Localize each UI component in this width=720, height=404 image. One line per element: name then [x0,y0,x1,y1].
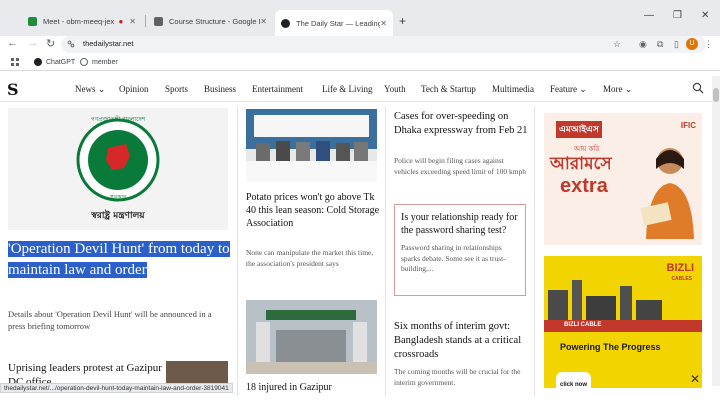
emblem-text-top: গণপ্রজাতন্ত্রী বাংলাদেশ [90,116,146,123]
profile-avatar[interactable]: U [686,38,698,50]
site-header: S News ⌄ Opinion Sports Business Enterta… [0,76,712,102]
tab-drive[interactable]: Course Structure - Google Driv ✕ [148,11,273,31]
chatgpt-icon [34,58,42,66]
gazipur-headline[interactable]: 18 injured in Gazipur [246,381,381,394]
screenshot-icon[interactable]: ◉ [639,39,647,50]
bizli-cta-label: click now [560,382,588,388]
tab-meet[interactable]: Meet - obm-meeq-jex ● ✕ [22,11,142,31]
speeding-headline[interactable]: Cases for over-speeding on Dhaka express… [394,110,530,138]
speeding-summary: Police will begin filing cases against v… [394,156,527,176]
ministry-name: স্বরাষ্ট্র মন্ত্রণালয় [91,211,145,221]
scrollbar-track[interactable] [712,76,720,386]
column-divider [237,106,238,396]
nav-multimedia[interactable]: Multimedia [492,84,534,94]
cable-banner: BIZLI CABLE [544,320,702,332]
quiz-summary: Password sharing in relationships sparks… [401,243,506,273]
tab-dailystar[interactable]: The Daily Star — Leading English ✕ [275,10,393,36]
bookmark-member-label: member [92,58,118,66]
tab-strip: Meet - obm-meeq-jex ● ✕ Course Structure… [0,0,720,36]
tab-dailystar-title: The Daily Star — Leading English [296,18,381,28]
bizli-cta-button[interactable]: click now [556,372,592,388]
browser-window: Meet - obm-meeq-jex ● ✕ Course Structure… [0,0,720,404]
reload-icon[interactable]: ↻ [46,37,55,50]
nav-youth[interactable]: Youth [384,84,406,94]
hospital-gate-photo [246,300,377,374]
press-conference-photo [246,109,377,182]
nav-entertainment[interactable]: Entertainment [252,84,303,94]
nav-more[interactable]: More ⌄ [603,84,632,95]
window-close-icon[interactable]: ✕ [701,10,709,21]
close-icon[interactable]: ✕ [380,19,387,28]
woman-illustration [640,148,694,239]
column-divider [534,106,535,396]
interim-summary: The coming months will be crucial for th… [394,367,521,387]
nav-tech-startup[interactable]: Tech & Startup [421,84,476,94]
dailystar-icon [281,18,290,28]
column-divider [385,106,386,396]
potato-story-image[interactable] [246,109,377,182]
close-icon[interactable]: ✕ [129,17,136,26]
nav-business[interactable]: Business [204,84,236,94]
chevron-down-icon: ⌄ [579,84,587,94]
site-info-icon[interactable] [67,40,75,48]
sub-story-image[interactable] [166,361,228,385]
scrollbar-thumb[interactable] [713,88,719,102]
potato-headline[interactable]: Potato prices won't go above Tk 40 this … [246,191,381,230]
globe-icon [80,58,88,66]
back-icon[interactable]: ← [7,37,18,49]
ific-extra-text: extra [560,175,608,197]
bizli-cables-ad[interactable]: BIZLI CABLES BIZLI CABLE Powering The Pr… [544,256,702,388]
minimize-icon[interactable]: — [644,10,654,21]
ific-ad[interactable]: IFIC এমআইএস আয় করি আরামসে extra [544,113,702,245]
search-icon[interactable] [692,82,704,94]
emblem-text-bottom: সরকার [109,194,127,201]
address-bar[interactable]: thedailystar.net [61,36,706,53]
drive-icon [154,16,163,26]
bizli-headline: Powering The Progress [560,342,661,352]
nav-feature[interactable]: Feature ⌄ [550,84,587,95]
bookmark-chatgpt[interactable]: ChatGPT [34,58,75,66]
browser-toolbar: ← → ↻ thedailystar.net ☆ ◉ ⧉ ▯ U ⋮ [0,36,720,54]
hero-summary: Details about 'Operation Devil Hunt' wil… [8,309,212,331]
ific-top-text: এমআইএস [556,121,602,138]
cable-label: BIZLI CABLE [564,322,602,328]
tab-drive-title: Course Structure - Google Driv [169,16,260,26]
close-ad-icon[interactable]: ✕ [690,372,700,386]
nav-life-living[interactable]: Life & Living [322,84,373,94]
bookmarks-bar: ChatGPT member [0,55,720,71]
bookmark-star-icon[interactable]: ☆ [613,39,621,50]
tab-meet-title: Meet - obm-meeq-jex [43,16,115,26]
nav-opinion[interactable]: Opinion [119,84,149,94]
close-icon[interactable]: ✕ [260,17,267,26]
bookmark-member[interactable]: member [80,58,118,66]
sidepanel-icon[interactable]: ▯ [674,39,679,50]
forward-icon[interactable]: → [27,37,38,49]
hero-headline[interactable]: 'Operation Devil Hunt' from today to mai… [8,239,230,280]
gazipur-story-image[interactable] [246,300,377,374]
nav-sports[interactable]: Sports [165,84,188,94]
tab-divider [145,15,146,27]
interim-headline[interactable]: Six months of interim govt: Bangladesh s… [394,320,530,362]
chevron-down-icon: ⌄ [624,84,633,94]
quiz-card[interactable]: Is your relationship ready for the passw… [394,204,526,296]
extensions-icon[interactable]: ⧉ [657,39,663,50]
new-tab-button[interactable]: + [399,14,406,28]
chevron-down-icon: ⌄ [97,84,106,94]
status-bar-link: thedailystar.net/.../operation-devil-hun… [0,383,233,393]
ific-brand: IFIC [680,121,696,130]
grid-icon [11,58,19,66]
meet-icon [28,16,37,26]
nav-news[interactable]: News ⌄ [75,84,105,95]
quiz-headline[interactable]: Is your relationship ready for the passw… [401,211,519,237]
url-text: thedailystar.net [83,39,134,48]
bookmarks-apps-icon[interactable] [11,58,19,66]
bookmark-chatgpt-label: ChatGPT [46,58,76,66]
site-logo[interactable]: S [7,80,19,99]
maximize-icon[interactable]: ❐ [673,10,682,21]
record-icon: ● [118,16,124,26]
hero-image[interactable]: গণপ্রজাতন্ত্রী বাংলাদেশ সরকার স্বরাষ্ট্র… [8,108,228,230]
menu-icon[interactable]: ⋮ [704,39,713,50]
potato-summary: None can manipulate the market this time… [246,248,374,268]
